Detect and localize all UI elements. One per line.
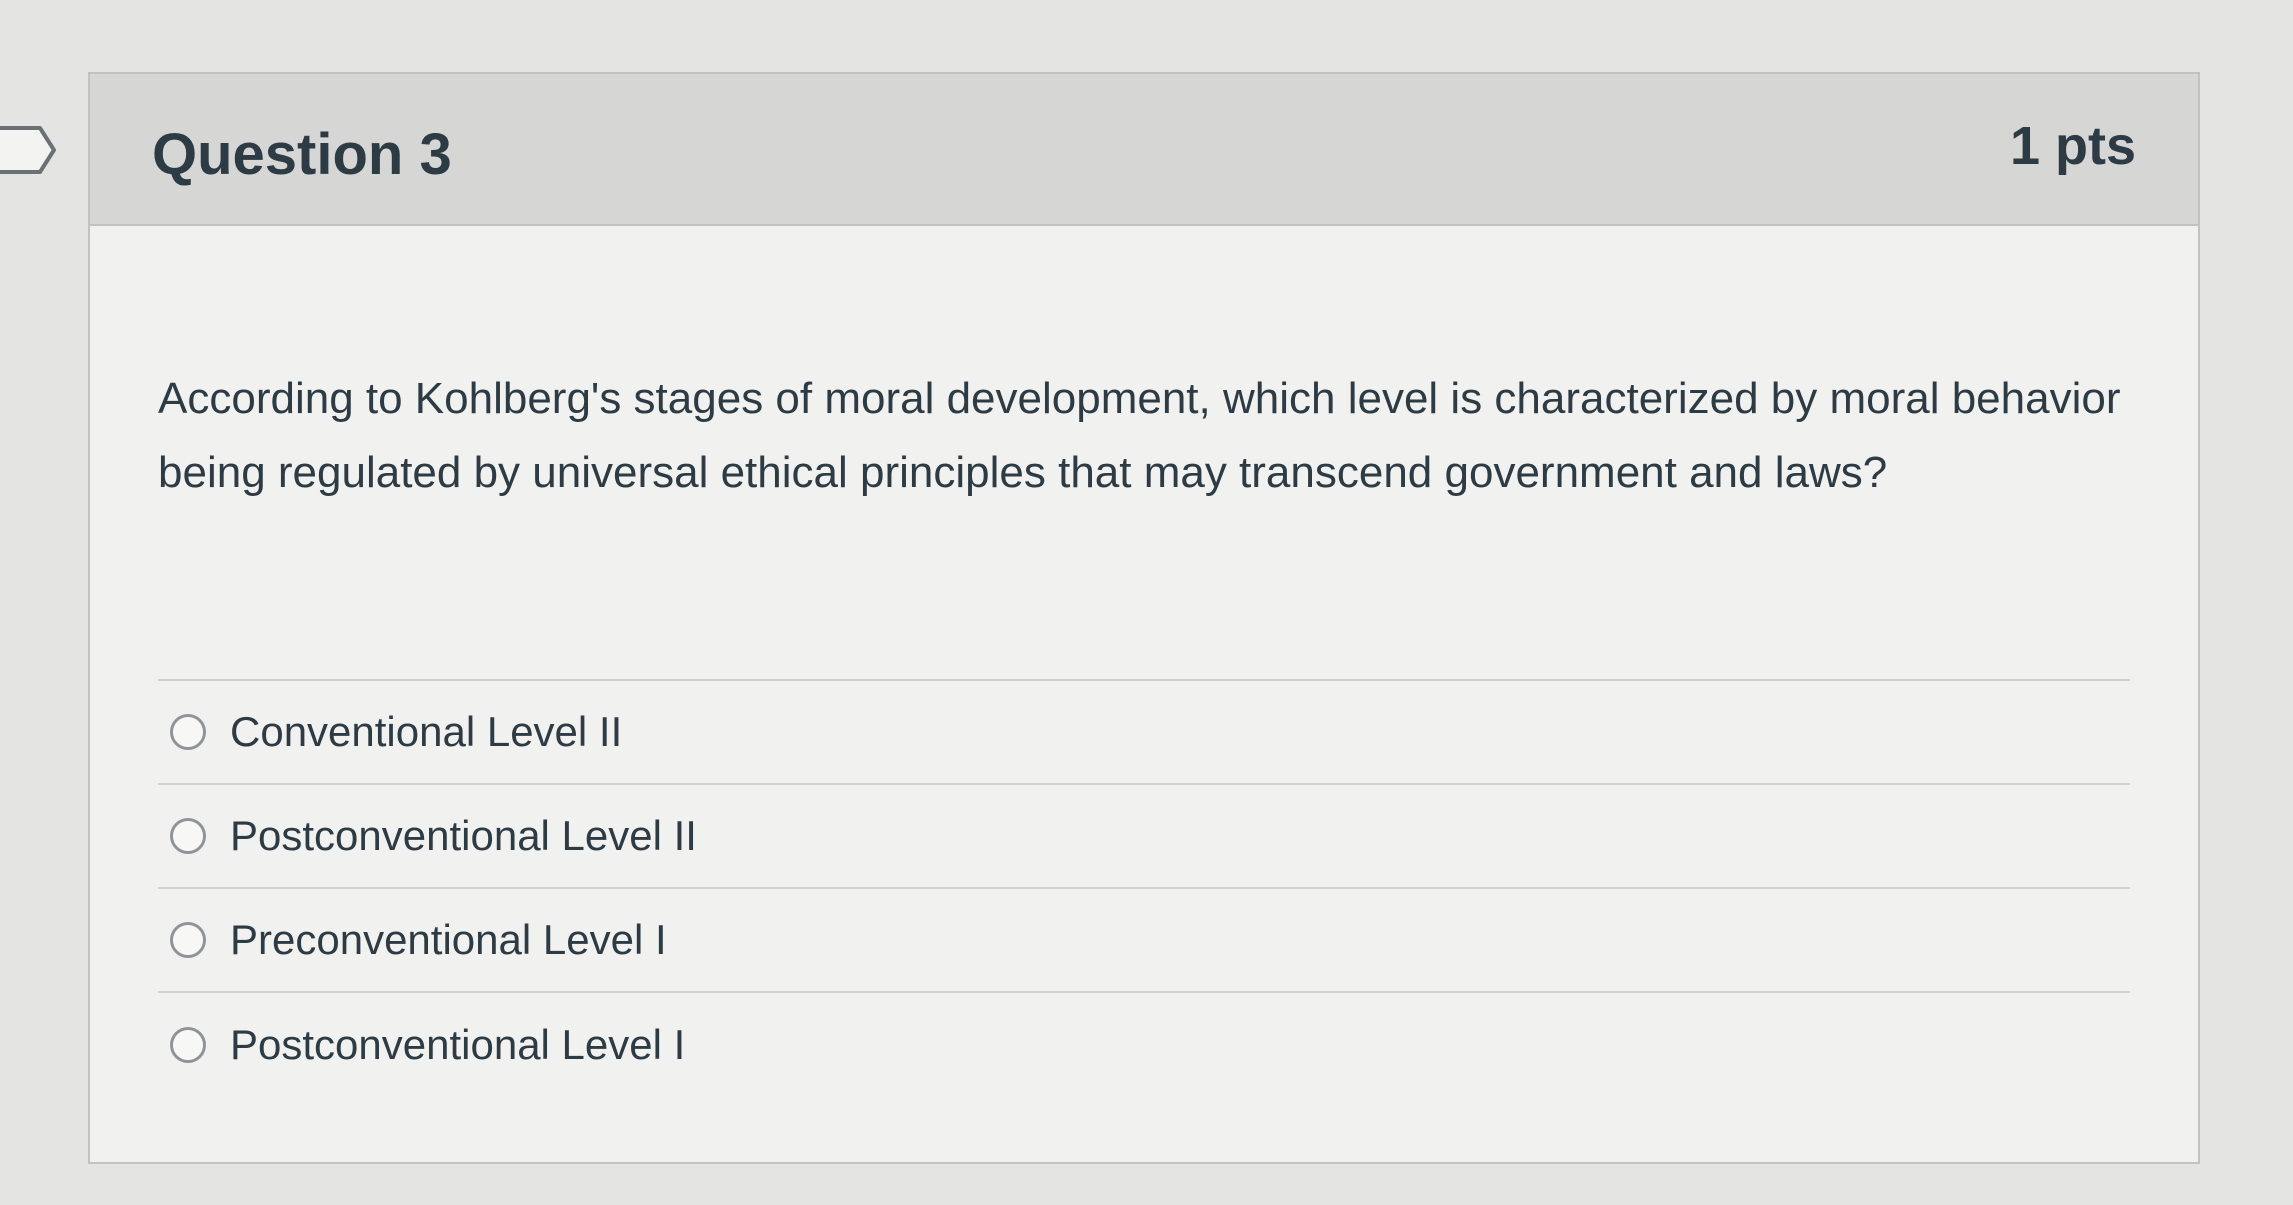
question-title: Question 3 (152, 122, 452, 187)
radio-button[interactable] (170, 1027, 206, 1063)
answer-label[interactable]: Conventional Level II (230, 708, 622, 756)
radio-button[interactable] (170, 714, 206, 750)
answer-option[interactable]: Preconventional Level I (158, 889, 2130, 993)
question-text: According to Kohlberg's stages of moral … (158, 374, 2121, 497)
flag-question-icon[interactable] (0, 124, 62, 176)
radio-button[interactable] (170, 818, 206, 854)
question-points: 1 pts (2009, 116, 2136, 176)
answer-option[interactable]: Conventional Level II (158, 681, 2130, 785)
answer-label[interactable]: Postconventional Level II (230, 812, 697, 860)
answer-label[interactable]: Preconventional Level I (230, 916, 667, 964)
question-card: Question 3 1 pts According to Kohlberg's… (88, 72, 2200, 1164)
radio-button[interactable] (170, 922, 206, 958)
answer-option[interactable]: Postconventional Level II (158, 785, 2130, 889)
answer-option[interactable]: Postconventional Level I (158, 993, 2130, 1097)
answer-list: Conventional Level II Postconventional L… (158, 681, 2130, 1097)
answer-label[interactable]: Postconventional Level I (230, 1021, 685, 1069)
question-header: Question 3 1 pts (90, 74, 2198, 226)
